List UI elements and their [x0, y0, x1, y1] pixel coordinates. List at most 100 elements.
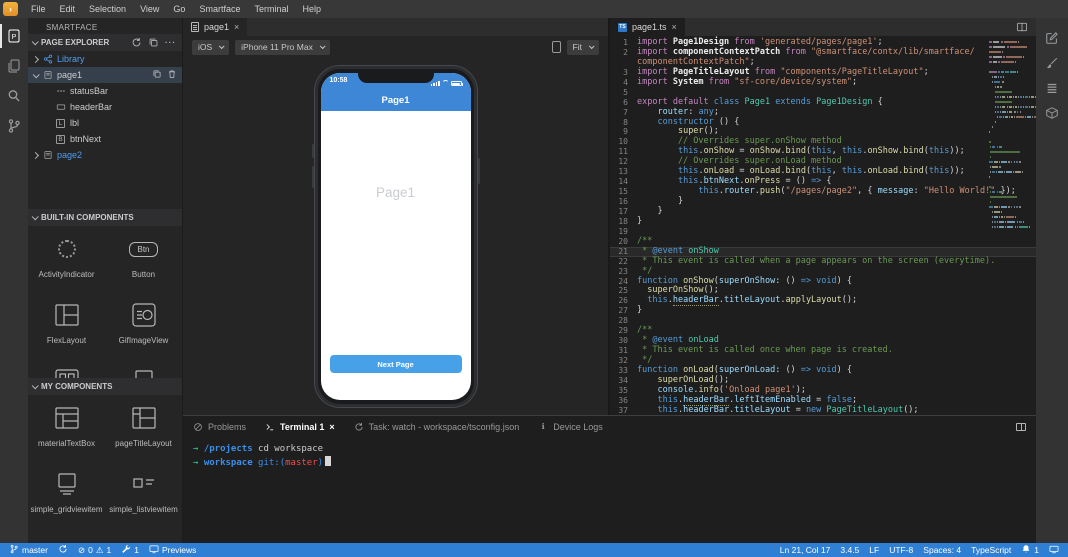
status-label: Previews [161, 545, 197, 555]
line-number: 23 [618, 266, 628, 276]
line-number: 10 [618, 137, 628, 147]
built-in-components-header[interactable]: BUILT-IN COMPONENTS [28, 209, 182, 226]
device-orientation-icon[interactable] [551, 41, 561, 53]
os-select[interactable]: iOS [192, 39, 230, 55]
menu-edit[interactable]: Edit [53, 4, 83, 14]
duplicate-icon[interactable] [152, 69, 162, 81]
panel-tab-device-logs[interactable]: ℹ Device Logs [538, 422, 603, 432]
paintbrush-icon[interactable] [1036, 51, 1068, 75]
status-utf-8[interactable]: UTF-8 [889, 544, 913, 556]
status-sync[interactable] [58, 544, 68, 556]
menu-file[interactable]: File [24, 4, 53, 14]
line-number: 25 [618, 286, 628, 296]
textbox-component-icon [54, 404, 80, 432]
trash-icon[interactable] [167, 69, 177, 81]
close-icon[interactable]: × [672, 22, 677, 32]
battery-icon [450, 81, 463, 86]
tree-item-page1[interactable]: page1 [28, 67, 182, 83]
menu-selection[interactable]: Selection [82, 4, 133, 14]
component-pageTitleLayout[interactable]: pageTitleLayout [105, 395, 182, 461]
component-label: ActivityIndicator [38, 270, 95, 279]
code-editor[interactable]: 1 import Page1Design from 'generated/page… [610, 36, 1036, 415]
pages-icon[interactable] [0, 51, 28, 81]
smartface-explorer-icon[interactable]: P [0, 21, 28, 51]
line-number: 29 [618, 326, 628, 336]
status-0[interactable]: ⊘ 0 ⚠ 1 [78, 544, 111, 556]
component-simple_gridviewitem[interactable]: simple_gridviewitem [28, 461, 105, 527]
panel-tab-problems[interactable]: Problems [193, 422, 246, 432]
flexlayout-component-icon [54, 301, 80, 329]
component-gridview[interactable] [28, 358, 105, 378]
line-number: 30 [618, 336, 628, 346]
device-preview-canvas[interactable]: 10:58 Page1 Page1 Next Page [183, 58, 608, 415]
menu-help[interactable]: Help [295, 4, 328, 14]
panel-tab-task-watch-workspace-tsconfig-json[interactable]: Task: watch - workspace/tsconfig.json [354, 421, 520, 432]
component-materialTextBox[interactable]: materialTextBox [28, 395, 105, 461]
phone-screen: 10:58 Page1 Page1 Next Page [320, 73, 471, 400]
activity-bar-right [1036, 18, 1068, 543]
panel-tab-label: Device Logs [553, 421, 603, 432]
component-simple_listviewitem[interactable]: simple_listviewitem [105, 461, 182, 527]
next-page-button[interactable]: Next Page [329, 355, 462, 373]
status-bell[interactable]: 1 [1021, 544, 1039, 556]
menu-go[interactable]: Go [166, 4, 192, 14]
tree-item-statusBar[interactable]: statusBar [28, 83, 182, 99]
phone-page-body: Page1 Next Page [321, 111, 471, 400]
close-icon[interactable]: × [234, 22, 239, 32]
minimap-line [989, 224, 1033, 229]
terminal-line: → /projects cd workspace [193, 444, 324, 454]
panel-tab-label: Task: watch - workspace/tsconfig.json [368, 421, 520, 432]
tab-page1-designer[interactable]: page1 × [183, 18, 248, 36]
status-monitor[interactable] [1049, 544, 1059, 556]
close-icon[interactable]: × [329, 422, 334, 432]
chevron-right-icon [31, 151, 40, 159]
smartface-logo-icon[interactable]: › [3, 2, 18, 16]
chevron-down-icon [32, 70, 40, 78]
source-control-icon[interactable] [0, 111, 28, 141]
tab-page1-ts[interactable]: TS page1.ts × [610, 18, 685, 36]
page-icon [42, 150, 53, 161]
status-previews[interactable]: Previews [149, 544, 196, 556]
refresh-icon[interactable] [131, 37, 142, 48]
status-1[interactable]: 1 [121, 544, 139, 556]
status-3-4-5[interactable]: 3.4.5 [840, 544, 859, 556]
menu-view[interactable]: View [133, 4, 166, 14]
my-components-header[interactable]: MY COMPONENTS [28, 378, 182, 395]
line-number: 35 [618, 385, 628, 395]
split-terminal-icon[interactable] [1016, 422, 1026, 431]
terminal-output[interactable]: → /projects cd workspace → workspace git:… [183, 437, 1036, 470]
status-lf[interactable]: LF [869, 544, 879, 556]
tree-item-headerBar[interactable]: headerBar [28, 99, 182, 115]
device-select[interactable]: iPhone 11 Pro Max [235, 39, 330, 55]
line-number: 9 [623, 127, 628, 137]
line-number: 1 [623, 38, 628, 47]
page-explorer-header[interactable]: PAGE EXPLORER ··· [28, 34, 182, 51]
component-Button[interactable]: Btn Button [105, 226, 182, 292]
tree-item-btnNext[interactable]: BbtnNext [28, 131, 182, 147]
status-ln-21-col-17[interactable]: Ln 21, Col 17 [780, 544, 831, 556]
component-imageview[interactable] [105, 358, 182, 378]
more-actions-icon[interactable]: ··· [165, 38, 176, 47]
tree-item-lbl[interactable]: Llbl [28, 115, 182, 131]
split-editor-icon[interactable] [1016, 21, 1028, 33]
menu-smartface[interactable]: Smartface [192, 4, 247, 14]
minimap[interactable] [989, 39, 1036, 229]
line-number: 12 [618, 157, 628, 167]
duplicate-icon[interactable] [148, 37, 159, 48]
component-FlexLayout[interactable]: FlexLayout [28, 292, 105, 358]
status-typescript[interactable]: TypeScript [971, 544, 1011, 556]
status-master[interactable]: master [9, 544, 48, 556]
list-icon[interactable] [1036, 76, 1068, 100]
component-ActivityIndicator[interactable]: ActivityIndicator [28, 226, 105, 292]
component-GifImageView[interactable]: GifImageView [105, 292, 182, 358]
line-number: 8 [623, 117, 628, 127]
panel-tab-terminal-1[interactable]: Terminal 1 × [265, 422, 335, 432]
compose-icon[interactable] [1036, 26, 1068, 50]
status-spaces-4[interactable]: Spaces: 4 [923, 544, 961, 556]
tree-item-Library[interactable]: Library [28, 51, 182, 67]
zoom-fit-select[interactable]: Fit [566, 39, 599, 55]
tree-item-page2[interactable]: page2 [28, 147, 182, 163]
menu-terminal[interactable]: Terminal [247, 4, 295, 14]
search-icon[interactable] [0, 81, 28, 111]
cube-icon[interactable] [1036, 101, 1068, 125]
